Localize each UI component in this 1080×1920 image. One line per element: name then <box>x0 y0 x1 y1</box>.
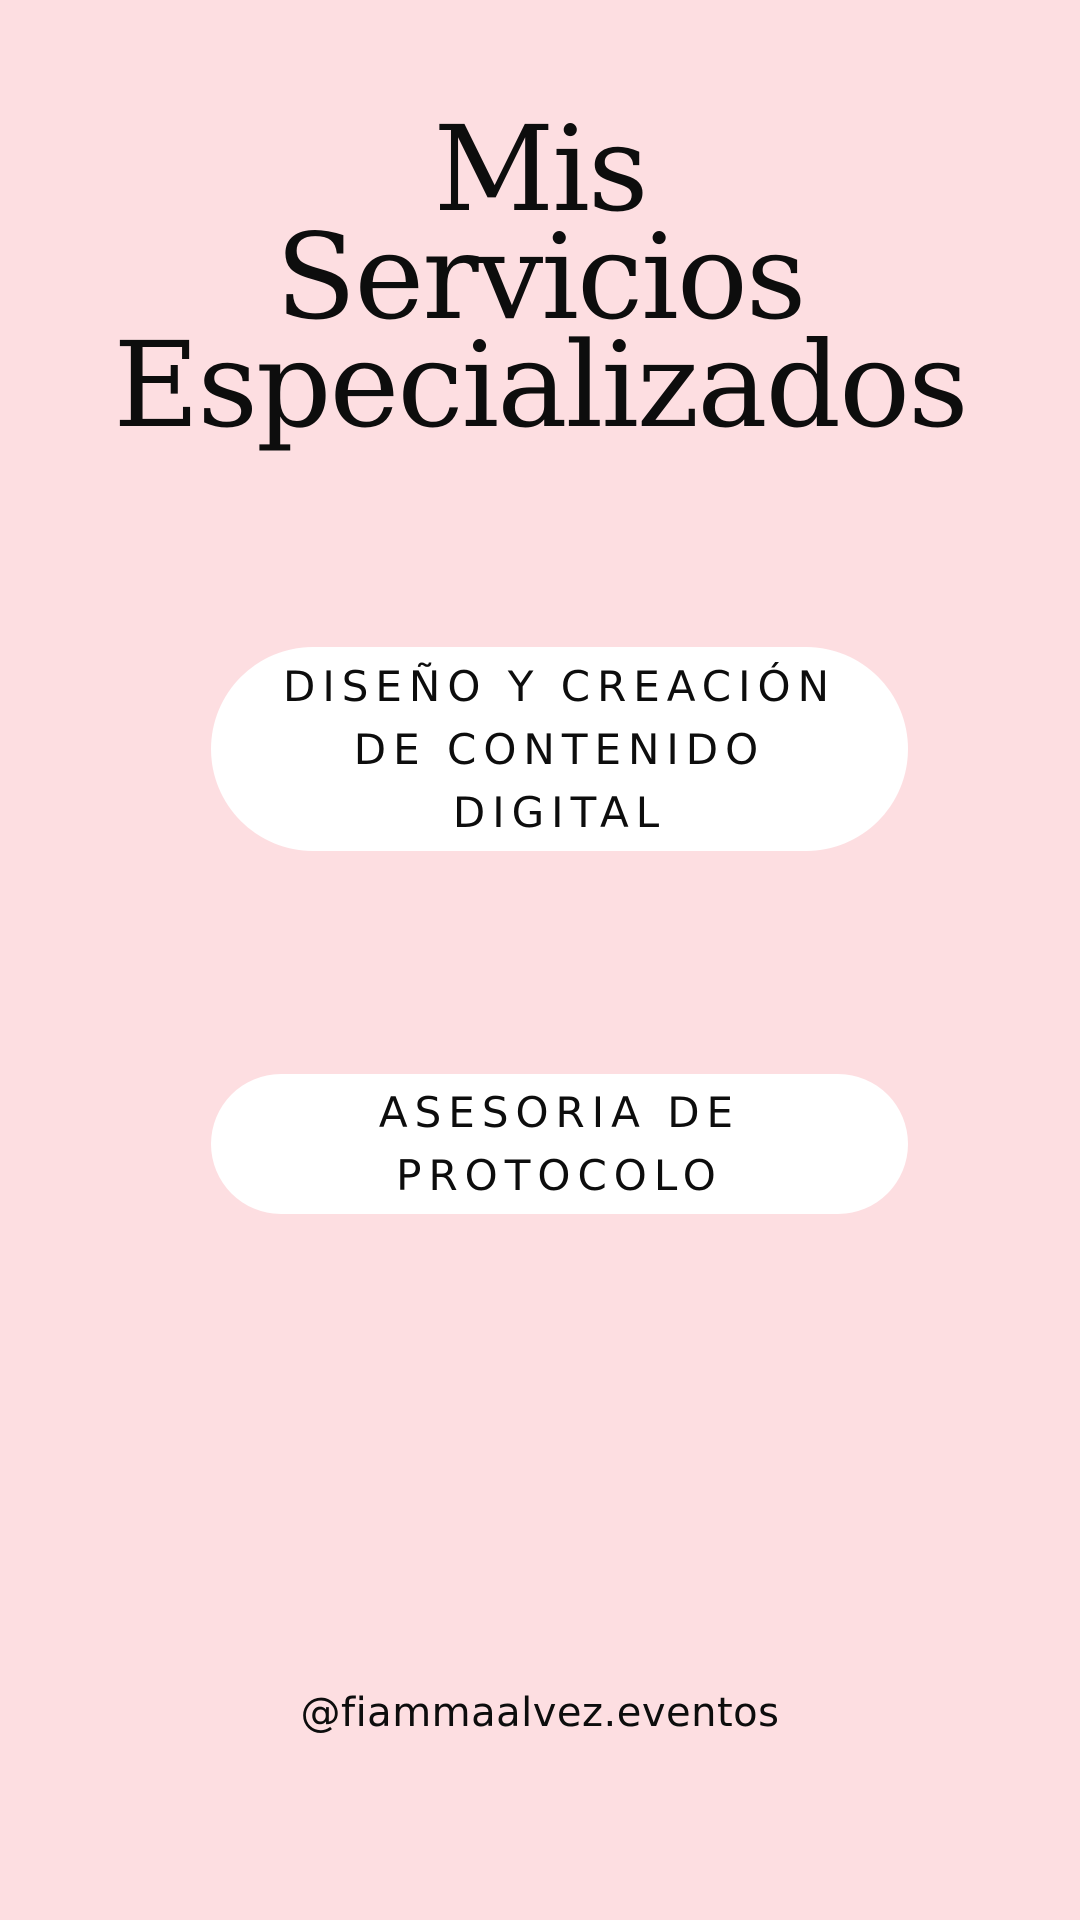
social-handle: @fiammaalvez.eventos <box>300 1690 780 1736</box>
service-label-line-1: DISEÑO Y CREACIÓN <box>283 661 836 711</box>
service-label: ASESORIA DE PROTOCOLO <box>379 1081 740 1207</box>
service-pill-digital-content: DISEÑO Y CREACIÓN DE CONTENIDO DIGITAL <box>211 647 908 851</box>
title-line-3: Especializados <box>113 316 968 454</box>
service-label-line-1: ASESORIA DE <box>378 1088 741 1137</box>
title-line-2: Servicios <box>275 208 807 346</box>
service-label-line-3: DIGITAL <box>452 787 667 837</box>
service-label: DISEÑO Y CREACIÓN DE CONTENIDO DIGITAL <box>283 655 836 844</box>
title-line-1: Mis <box>433 100 648 238</box>
service-label-line-2: PROTOCOLO <box>396 1151 723 1200</box>
service-pill-protocol: ASESORIA DE PROTOCOLO <box>211 1074 908 1214</box>
page-title: Mis Servicios Especializados <box>0 100 1080 454</box>
service-label-line-2: DE CONTENIDO <box>353 724 766 774</box>
